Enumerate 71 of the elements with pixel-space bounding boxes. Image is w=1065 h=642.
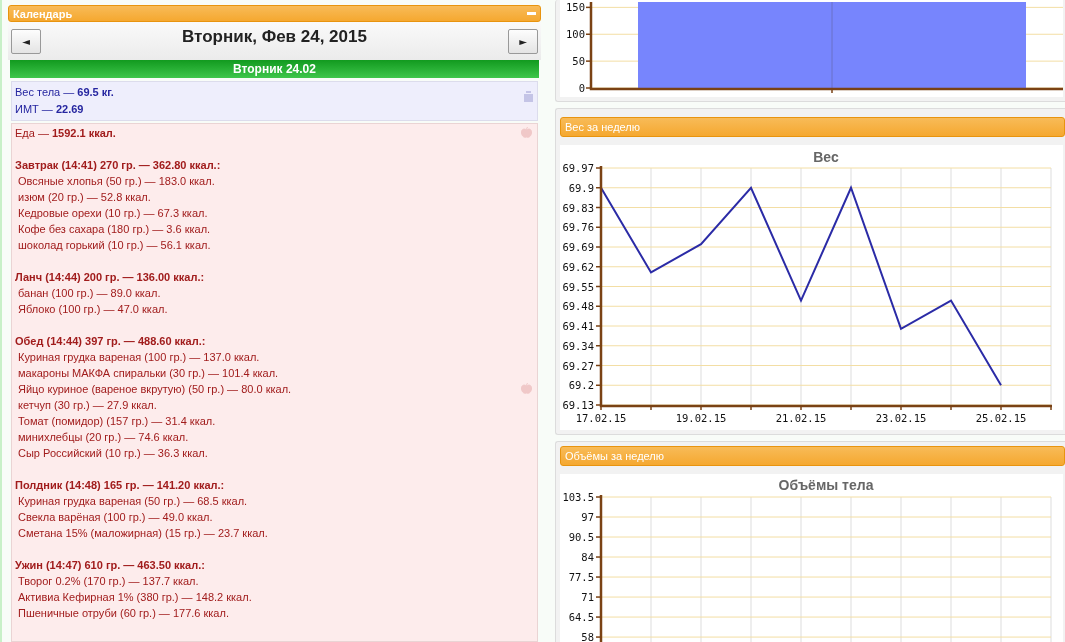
apple-icon[interactable] [521,127,532,138]
meal-title: Полдник (14:48) 165 гр. — 141.20 ккал.: [15,478,225,493]
axis-tick-label: 58 [581,631,594,642]
meal-title: Завтрак (14:41) 270 гр. — 362.80 ккал.: [15,158,221,173]
food-item: шоколад горький (10 гр.) — 56.1 ккал. [17,238,211,253]
collapse-icon[interactable] [527,12,536,16]
scale-icon[interactable] [524,91,533,102]
axis-tick-label: 19.02.15 [675,412,727,424]
axis-tick-label: 17.02.15 [575,412,627,424]
axis-tick-label: 69.48 [562,300,594,313]
axis-tick-label: 21.02.15 [775,412,827,424]
axis-tick-label: 0 [578,82,585,94]
axis-tick-label: 69.69 [562,241,594,253]
axis-tick-label: 100 [566,28,585,41]
food-item: Кофе без сахара (180 гр.) — 3.6 ккал. [17,222,211,237]
food-item: Сметана 15% (маложирная) (15 гр.) — 23.7 ккал. [17,526,268,541]
axis-tick-label: 69.76 [562,221,594,234]
axis-tick-label: 69.27 [562,359,594,372]
food-item: минихлебцы (20 гр.) — 74.6 ккал. [17,430,189,445]
axis-tick-label: 69.97 [562,162,594,174]
meal-title: Обед (14:44) 397 гр. — 488.60 ккал.: [15,334,206,349]
axis-tick-label: 150 [566,1,585,14]
previous-button[interactable]: ◄ [11,28,41,54]
axis-tick-label: 77.5 [568,571,594,584]
food-item: Куриная грудка вареная (50 гр.) — 68.5 ккал. [17,494,248,509]
axis-tick-label: 84 [581,551,594,564]
axis-tick-label: 71 [581,591,594,604]
axis-tick-label: 103.5 [562,491,594,503]
axis-tick-label: 69.83 [562,201,594,214]
axis-tick-label: 69.9 [568,181,594,194]
meal-title: Ужин (14:47) 610 гр. — 463.50 ккал.: [15,558,205,573]
axis-tick-label: 69.2 [568,379,594,392]
panel-title: Календарь [13,7,73,20]
meal-title: Ланч (14:44) 200 гр. — 136.00 ккал.: [15,270,205,285]
food-item: изюм (20 гр.) — 52.8 ккал. [17,190,151,205]
axis-tick-label: 69.41 [562,320,594,332]
axis-tick-label: 69.62 [562,260,594,273]
axis-tick-label: 69.13 [562,399,594,411]
axis-tick-label: 50 [572,55,585,68]
panel-title: Объёмы за неделю [565,450,665,462]
day-header: Вторник 24.02 [10,60,539,78]
date-title: Вторник, Фев 24, 2015 [182,27,367,48]
food-item: Куриная грудка вареная (100 гр.) — 137.0 ккал. [17,350,260,365]
body-stat: Вес тела — 69.5 кг. [15,85,114,100]
food-item: Овсяные хлопья (50 гр.) — 183.0 ккал. [17,174,215,189]
axis-tick-label: 97 [581,511,594,523]
axis-tick-label: 90.5 [568,531,594,543]
apple-icon[interactable] [521,383,532,394]
food-item: кетчуп (30 гр.) — 27.9 ккал. [17,398,157,413]
axis-tick-label: 69.55 [562,280,594,293]
food-item: Свекла варёная (100 гр.) — 49.0 ккал. [17,510,213,525]
axis-tick-label: 64.5 [568,611,594,624]
next-button[interactable]: ► [508,28,538,54]
food-item: банан (100 гр.) — 89.0 ккал. [17,286,161,301]
food-item: Активиа Кефирная 1% (380 гр.) — 148.2 ккал. [17,590,252,605]
axis-tick-label: 25.02.15 [975,412,1027,424]
food-total: Еда — 1592.1 ккал. [15,126,116,141]
food-item: макароны МАКФА спиральки (30 гр.) — 101.4 ккал. [17,366,279,381]
chart-title: Вес [813,149,839,165]
body-stat: ИМТ — 22.69 [15,102,84,117]
food-item: Яйцо куриное (вареное вкрутую) (50 гр.) — 80.0 ккал. [17,382,292,397]
axis-tick-label: 69.34 [562,339,594,352]
food-item: Кедровые орехи (10 гр.) — 67.3 ккал. [17,206,208,221]
food-item: Яблоко (100 гр.) — 47.0 ккал. [17,302,168,317]
chart-title: Объёмы тела [778,477,874,493]
food-item: Томат (помидор) (157 гр.) — 31.4 ккал. [17,414,216,429]
panel-title: Вес за неделю [565,121,641,133]
axis-tick-label: 23.02.15 [875,412,927,424]
food-item: Творог 0.2% (170 гр.) — 137.7 ккал. [17,574,199,589]
food-item: Пшеничные отруби (60 гр.) — 177.6 ккал. [17,606,229,621]
food-item: Сыр Российский (10 гр.) — 36.3 ккал. [17,446,208,461]
